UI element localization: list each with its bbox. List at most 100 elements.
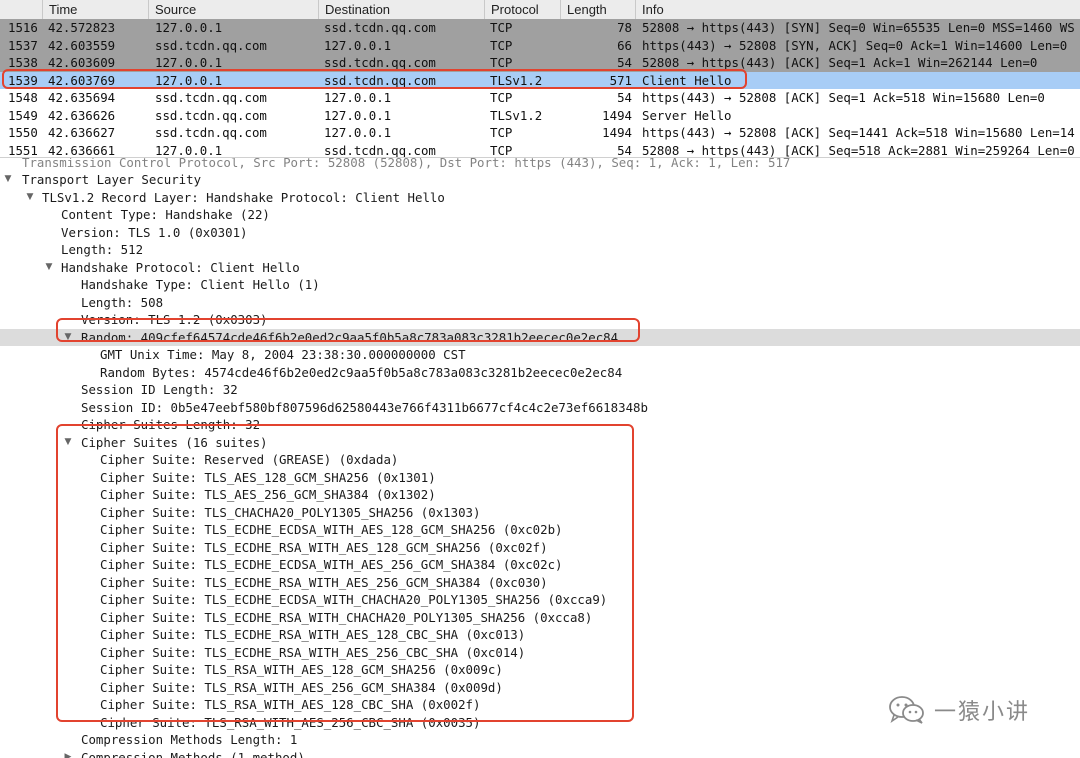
tree-row-label: Cipher Suites (16 suites) <box>81 434 268 450</box>
packet-cell-destination: 127.0.0.1 <box>324 37 392 53</box>
packet-cell-no: 1550 <box>8 125 38 140</box>
tree-row-label: Cipher Suite: TLS_ECDHE_ECDSA_WITH_CHACH… <box>100 592 608 607</box>
packet-cell-info: 52808 → https(443) [SYN] Seq=0 Win=65535… <box>642 20 1075 35</box>
tree-row[interactable]: Cipher Suite: TLS_ECDHE_RSA_WITH_AES_128… <box>0 539 1080 557</box>
packet-cell-length: 571 <box>609 72 632 88</box>
column-header-info[interactable]: Info <box>635 0 1080 19</box>
tree-row[interactable]: Random Bytes: 4574cde46f6b2e0ed2c9aa5f0b… <box>0 364 1080 382</box>
packet-cell-no: 1516 <box>8 20 38 35</box>
packet-cell-protocol: TCP <box>490 20 513 35</box>
tree-row-label: Transport Layer Security <box>22 172 202 187</box>
packet-cell-source: ssd.tcdn.qq.com <box>155 125 267 140</box>
tree-row-label: Length: 512 <box>61 242 144 257</box>
packet-row[interactable]: 1537 42.603559 ssd.tcdn.qq.com 127.0.0.1 TCP… <box>0 36 1080 54</box>
packet-cell-source: ssd.tcdn.qq.com <box>155 90 267 105</box>
tree-row[interactable]: Cipher Suite: Reserved (GREASE) (0xdada) <box>0 451 1080 469</box>
tree-row[interactable]: Cipher Suite: TLS_AES_128_GCM_SHA256 (0x… <box>0 469 1080 487</box>
column-header-no[interactable] <box>0 0 42 19</box>
tree-row[interactable]: Cipher Suite: TLS_ECDHE_ECDSA_WITH_CHACH… <box>0 591 1080 609</box>
packet-cell-time: 42.603559 <box>48 37 116 53</box>
tree-row[interactable]: GMT Unix Time: May 8, 2004 23:38:30.0000… <box>0 346 1080 364</box>
tree-row[interactable]: Length: 508 <box>0 294 1080 312</box>
packet-cell-no: 1548 <box>8 90 38 105</box>
tree-row[interactable]: Cipher Suite: TLS_AES_256_GCM_SHA384 (0x… <box>0 486 1080 504</box>
packet-row[interactable]: 1548 42.635694 ssd.tcdn.qq.com 127.0.0.1 TCP… <box>0 89 1080 107</box>
tree-row[interactable]: Handshake Type: Client Hello (1) <box>0 276 1080 294</box>
tree-row-label: Cipher Suite: TLS_ECDHE_ECDSA_WITH_AES_2… <box>100 557 563 572</box>
tree-row-label: Session ID Length: 32 <box>81 382 238 397</box>
tree-row[interactable]: Length: 512 <box>0 241 1080 259</box>
tree-row[interactable]: Session ID: 0b5e47eebf580bf807596d625804… <box>0 399 1080 417</box>
tree-row[interactable]: Cipher Suite: TLS_RSA_WITH_AES_128_GCM_S… <box>0 661 1080 679</box>
packet-cell-protocol: TCP <box>490 37 513 53</box>
tree-row[interactable]: ▼ Handshake Protocol: Client Hello <box>0 259 1080 277</box>
expand-triangle-open-icon[interactable]: ▼ <box>43 259 55 277</box>
packet-cell-time: 42.636661 <box>48 142 116 158</box>
packet-cell-length: 1494 <box>602 125 632 140</box>
column-header-time[interactable]: Time <box>42 0 148 19</box>
tree-row[interactable]: Transmission Control Protocol, Src Port:… <box>0 158 1080 171</box>
tree-row[interactable]: Session ID Length: 32 <box>0 381 1080 399</box>
expand-triangle-open-icon[interactable]: ▼ <box>62 329 74 347</box>
packet-cell-protocol: TCP <box>490 90 513 105</box>
watermark: 一猿小讲 <box>888 690 1030 730</box>
tree-row[interactable]: Version: TLS 1.2 (0x0303) <box>0 311 1080 329</box>
packet-row[interactable]: 1549 42.636626 ssd.tcdn.qq.com 127.0.0.1 TLS… <box>0 106 1080 124</box>
column-header-source[interactable]: Source <box>148 0 318 19</box>
packet-cell-length: 54 <box>617 90 632 105</box>
packet-cell-protocol: TCP <box>490 142 513 158</box>
tree-row[interactable]: Cipher Suite: TLS_ECDHE_RSA_WITH_AES_256… <box>0 644 1080 662</box>
packet-detail-tree[interactable]: Transmission Control Protocol, Src Port:… <box>0 158 1080 758</box>
packet-list[interactable]: Time Source Destination Protocol Length … <box>0 0 1080 158</box>
tree-row-label: Cipher Suite: TLS_ECDHE_RSA_WITH_AES_128… <box>100 627 526 642</box>
column-header-protocol[interactable]: Protocol <box>484 0 560 19</box>
packet-cell-destination: 127.0.0.1 <box>324 90 392 105</box>
tree-row[interactable]: ▶ Compression Methods (1 method) <box>0 749 1080 758</box>
packet-row[interactable]: 1539 42.603769 127.0.0.1 ssd.tcdn.qq.com TLS… <box>0 71 1080 89</box>
packet-cell-source: 127.0.0.1 <box>155 55 223 70</box>
tree-row[interactable]: Cipher Suite: TLS_CHACHA20_POLY1305_SHA2… <box>0 504 1080 522</box>
packet-row[interactable]: 1551 42.636661 127.0.0.1 ssd.tcdn.qq.com TCP… <box>0 141 1080 158</box>
tree-row[interactable]: Cipher Suite: TLS_ECDHE_RSA_WITH_AES_128… <box>0 626 1080 644</box>
expand-triangle-open-icon[interactable]: ▼ <box>24 189 36 207</box>
packet-cell-time: 42.572823 <box>48 20 116 35</box>
tree-row[interactable]: ▼ Transport Layer Security <box>0 171 1080 189</box>
packet-cell-protocol: TCP <box>490 55 513 70</box>
packet-list-header: Time Source Destination Protocol Length … <box>0 0 1080 20</box>
packet-cell-protocol: TCP <box>490 125 513 140</box>
tree-row[interactable]: ▼ Cipher Suites (16 suites) <box>0 434 1080 452</box>
column-header-destination[interactable]: Destination <box>318 0 484 19</box>
packet-row[interactable]: 1538 42.603609 127.0.0.1 ssd.tcdn.qq.com TCP… <box>0 54 1080 72</box>
tree-row[interactable]: Version: TLS 1.0 (0x0301) <box>0 224 1080 242</box>
tree-row-label: Cipher Suite: TLS_ECDHE_ECDSA_WITH_AES_1… <box>100 522 563 537</box>
packet-cell-destination: ssd.tcdn.qq.com <box>324 55 436 70</box>
tree-row-label: Handshake Protocol: Client Hello <box>61 259 300 275</box>
expand-triangle-open-icon[interactable]: ▼ <box>2 171 14 189</box>
tree-row[interactable]: Cipher Suite: TLS_ECDHE_RSA_WITH_AES_256… <box>0 574 1080 592</box>
packet-cell-info: https(443) → 52808 [SYN, ACK] Seq=0 Ack=… <box>642 37 1068 53</box>
packet-cell-info: https(443) → 52808 [ACK] Seq=1441 Ack=51… <box>642 125 1075 140</box>
packet-cell-info: Server Hello <box>642 107 732 123</box>
tree-row[interactable]: Content Type: Handshake (22) <box>0 206 1080 224</box>
tree-row[interactable]: Cipher Suites Length: 32 <box>0 416 1080 434</box>
tree-row[interactable]: ▼ TLSv1.2 Record Layer: Handshake Protoco… <box>0 189 1080 207</box>
column-header-length[interactable]: Length <box>560 0 635 19</box>
packet-row[interactable]: 1516 42.572823 127.0.0.1 ssd.tcdn.qq.com TCP… <box>0 19 1080 37</box>
tree-row-selected[interactable]: ▼ Random: 409cfef64574cde46f6b2e0ed2c9aa5… <box>0 328 1080 347</box>
tree-row[interactable]: Cipher Suite: TLS_ECDHE_ECDSA_WITH_AES_2… <box>0 556 1080 574</box>
packet-cell-source: 127.0.0.1 <box>155 20 223 35</box>
expand-triangle-open-icon[interactable]: ▼ <box>62 434 74 452</box>
expand-triangle-closed-icon[interactable]: ▶ <box>62 749 74 758</box>
packet-cell-info: 52808 → https(443) [ACK] Seq=518 Ack=288… <box>642 142 1075 158</box>
packet-cell-destination: 127.0.0.1 <box>324 125 392 140</box>
tree-row-label: Cipher Suites Length: 32 <box>81 417 261 432</box>
packet-cell-protocol: TLSv1.2 <box>490 107 543 123</box>
tree-row[interactable]: Cipher Suite: TLS_ECDHE_ECDSA_WITH_AES_1… <box>0 521 1080 539</box>
tree-row-label: Cipher Suite: TLS_RSA_WITH_AES_256_CBC_S… <box>100 714 481 730</box>
packet-cell-length: 54 <box>617 142 632 158</box>
tree-row-label: Cipher Suite: TLS_RSA_WITH_AES_128_GCM_S… <box>100 662 503 677</box>
tree-row[interactable]: Cipher Suite: TLS_ECDHE_RSA_WITH_CHACHA2… <box>0 609 1080 627</box>
tree-row[interactable]: Compression Methods Length: 1 <box>0 731 1080 749</box>
packet-row[interactable]: 1550 42.636627 ssd.tcdn.qq.com 127.0.0.1 TCP… <box>0 124 1080 142</box>
wechat-icon <box>889 696 924 724</box>
